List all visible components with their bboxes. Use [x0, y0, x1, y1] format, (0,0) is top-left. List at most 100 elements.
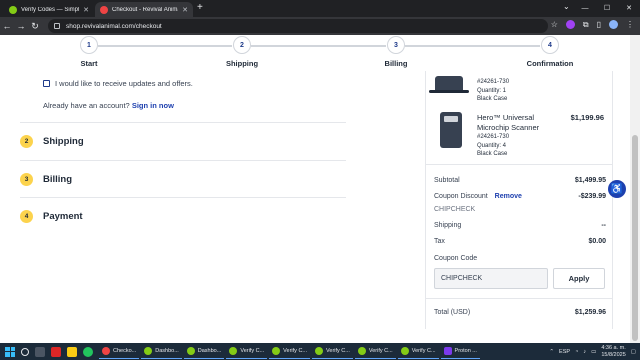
taskbar-app-label: Verify C...: [240, 348, 265, 354]
applied-coupon-code: CHIPCHECK: [434, 206, 476, 213]
toolbar-actions: ☆ ⧉ ▯ ⋮: [551, 20, 634, 30]
summary-divider: [426, 164, 612, 165]
subtotal-row: Subtotal $1,499.95: [434, 177, 606, 184]
chrome-icon: [186, 347, 195, 355]
remove-coupon-link[interactable]: Remove: [495, 193, 522, 200]
tab-search-icon[interactable]: ⌄: [563, 2, 570, 11]
windows-taskbar: Checko... Dashbo... Dashbo... Verify C..…: [0, 343, 640, 360]
taskbar-app-verify-codes[interactable]: Verify C...: [397, 344, 439, 359]
bookmark-star-icon[interactable]: ☆: [551, 20, 558, 30]
coupon-code-input[interactable]: CHIPCHECK: [434, 268, 548, 289]
proton-icon: [443, 347, 452, 355]
clock[interactable]: 4:36 a. m. 15/8/2025: [601, 345, 625, 358]
browser-tab-strip: Verify Codes — SimplyCodes ✕ Checkout - …: [0, 0, 640, 17]
order-summary: #24261-730 Quantity: 1 Black Case Hero™ …: [425, 71, 613, 329]
taskbar-app-checkout[interactable]: Checko...: [99, 344, 140, 359]
step-3-circle: 3: [387, 36, 405, 54]
shipping-row: Shipping --: [434, 222, 606, 229]
coupon-value: -$239.99: [578, 193, 606, 200]
taskbar-app-verify-codes[interactable]: Verify C...: [269, 344, 311, 359]
taskbar-app-label: Dashbo...: [155, 348, 179, 354]
new-tab-button[interactable]: +: [197, 2, 203, 13]
windows-start-icon[interactable]: [5, 346, 15, 357]
tray-overflow-icon[interactable]: ⌃: [549, 349, 554, 355]
newsletter-optin[interactable]: I would like to receive updates and offe…: [43, 79, 193, 88]
step-connector: [98, 45, 232, 47]
app-icon[interactable]: [35, 346, 45, 357]
taskbar-app-label: Checko...: [113, 348, 137, 354]
taskbar-app-proton[interactable]: Proton ...: [440, 344, 480, 359]
volume-icon[interactable]: ♪: [583, 349, 586, 355]
notifications-icon[interactable]: ▢: [631, 349, 636, 355]
shipping-label: Shipping: [434, 222, 462, 229]
newsletter-checkbox[interactable]: [43, 80, 50, 87]
chrome-icon: [400, 347, 409, 355]
tab-title: Verify Codes — SimplyCodes: [21, 6, 80, 13]
forward-icon[interactable]: →: [14, 21, 28, 31]
taskbar-app-verify-codes[interactable]: Verify C...: [226, 344, 268, 359]
coupon-code-label: Coupon Code: [434, 255, 478, 262]
item-2-sku: #24261-730: [477, 134, 510, 140]
tax-row: Tax $0.00: [434, 238, 606, 245]
app-icon[interactable]: [51, 346, 61, 357]
scrollbar-thumb[interactable]: [632, 135, 638, 341]
taskbar-app-verify-codes[interactable]: Verify C...: [312, 344, 353, 359]
back-icon[interactable]: ←: [0, 21, 14, 31]
step-connector: [251, 45, 386, 47]
clock-time: 4:36 a. m.: [601, 345, 626, 351]
extensions-puzzle-icon[interactable]: ⧉: [583, 20, 589, 30]
reload-icon[interactable]: ↻: [28, 21, 42, 32]
profile-avatar-icon[interactable]: [609, 20, 618, 29]
taskbar-app-label: Verify C...: [411, 348, 436, 354]
chrome-icon: [229, 347, 238, 355]
item-2-variant: Black Case: [477, 151, 508, 157]
section-title: Billing: [43, 174, 73, 185]
maximize-button[interactable]: ☐: [596, 0, 618, 17]
tax-label: Tax: [434, 238, 445, 245]
close-window-button[interactable]: ✕: [618, 0, 640, 17]
file-explorer-icon[interactable]: [67, 346, 77, 357]
close-tab-icon[interactable]: ✕: [182, 6, 188, 14]
coupon-code-input-value: CHIPCHECK: [441, 275, 483, 282]
address-bar[interactable]: shop.revivalanimal.com/checkout: [48, 19, 548, 33]
coupon-row: Coupon Discount Remove -$239.99: [434, 193, 606, 200]
wifi-icon[interactable]: ◔: [575, 349, 578, 355]
browser-icon[interactable]: [83, 346, 93, 357]
section-shipping[interactable]: 2 Shipping: [20, 122, 346, 160]
taskbar-app-label: Dashbo...: [197, 348, 222, 354]
chrome-icon: [315, 347, 324, 355]
shipping-value: --: [601, 222, 606, 229]
item-2-details: #24261-730 Quantity: 4 Black Case: [477, 133, 509, 159]
simplycodes-favicon-icon: [9, 5, 17, 14]
account-prompt-text: Already have an account?: [43, 101, 130, 110]
taskbar-app-dashboard[interactable]: Dashbo...: [141, 344, 182, 359]
account-prompt: Already have an account? Sign in now: [43, 101, 174, 110]
section-billing[interactable]: 3 Billing: [20, 160, 346, 198]
extension-icon[interactable]: [565, 20, 575, 29]
browser-tab-verify-codes[interactable]: Verify Codes — SimplyCodes ✕: [4, 2, 94, 17]
battery-icon[interactable]: ▭: [591, 349, 596, 355]
apply-coupon-button[interactable]: Apply: [553, 268, 605, 289]
tab-title: Checkout - Revival Animal Hea: [112, 6, 178, 13]
system-tray: ⌃ ESP ◔ ♪ ▭ 4:36 a. m. 15/8/2025 ▢: [549, 343, 636, 360]
item-1-variant: Black Case: [477, 96, 508, 102]
taskbar-app-dashboard[interactable]: Dashbo...: [183, 344, 225, 359]
sidebar-icon[interactable]: ▯: [597, 20, 601, 30]
taskbar-app-label: Verify C...: [326, 348, 350, 354]
menu-icon[interactable]: ⋮: [626, 20, 634, 30]
taskbar-app-verify-codes[interactable]: Verify C...: [354, 344, 396, 359]
step-connector: [405, 45, 540, 47]
step-2-circle: 2: [233, 36, 251, 54]
browser-tab-checkout[interactable]: Checkout - Revival Animal Hea ✕: [95, 2, 193, 17]
subtotal-label: Subtotal: [434, 177, 460, 184]
accessibility-icon[interactable]: ♿: [608, 180, 626, 198]
site-info-icon[interactable]: [54, 23, 60, 29]
minimize-button[interactable]: —: [574, 0, 596, 17]
sign-in-link[interactable]: Sign in now: [132, 101, 174, 110]
taskbar-app-label: Verify C...: [368, 348, 393, 354]
close-tab-icon[interactable]: ✕: [83, 6, 89, 14]
section-payment[interactable]: 4 Payment: [20, 197, 346, 235]
language-indicator[interactable]: ESP: [559, 349, 570, 355]
search-icon[interactable]: [21, 347, 29, 356]
page-scrollbar[interactable]: [630, 35, 640, 343]
